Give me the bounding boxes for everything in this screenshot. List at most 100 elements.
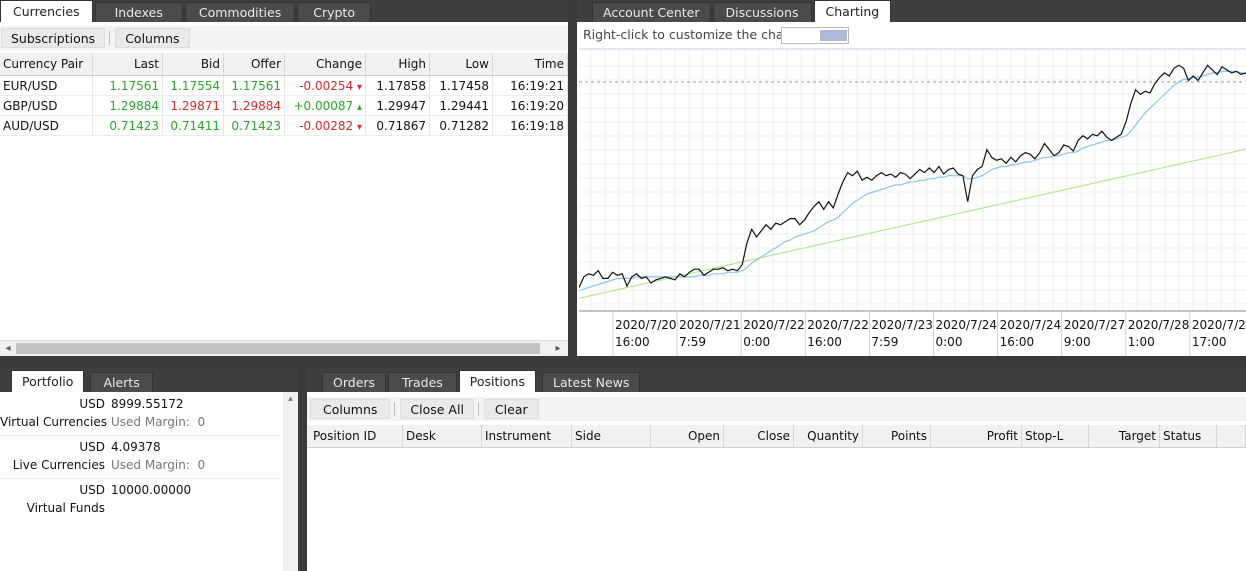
tab-indexes[interactable]: Indexes xyxy=(94,2,183,22)
col-side[interactable]: Side xyxy=(571,425,651,448)
chart-hint: Right-click to customize the chart xyxy=(583,27,794,42)
columns-button[interactable]: Columns xyxy=(310,399,391,419)
bottom-vertical-splitter[interactable] xyxy=(298,368,307,571)
time-cell: 16:19:18 xyxy=(492,115,568,136)
col-stop-loss[interactable]: Stop-L xyxy=(1021,425,1089,448)
col-open[interactable]: Open xyxy=(650,425,724,448)
col-position-id[interactable]: Position ID xyxy=(307,425,403,448)
col-quantity[interactable]: Quantity xyxy=(793,425,863,448)
portfolio-scrollbar[interactable]: ▴ xyxy=(283,392,298,571)
x-tick-time: 7:59 xyxy=(679,335,706,349)
tab-charting[interactable]: Charting xyxy=(813,0,892,22)
x-tick-time: 7:59 xyxy=(871,335,898,349)
time-cell: 16:19:20 xyxy=(492,95,568,116)
low-cell: 0.71282 xyxy=(429,115,493,136)
time-cell: 16:19:21 xyxy=(492,75,568,96)
x-tick-date: 2020/7/28 xyxy=(1192,318,1246,332)
pair-cell: AUD/USD xyxy=(0,115,93,136)
tab-positions[interactable]: Positions xyxy=(458,370,536,392)
arrow-down-icon: ▾ xyxy=(356,121,362,133)
scrollbar-thumb[interactable] xyxy=(16,343,540,354)
toolbar-divider xyxy=(477,402,479,416)
col-bid[interactable]: Bid xyxy=(162,53,224,76)
currency-code: USD xyxy=(79,397,105,411)
x-tick-date: 2020/7/24 xyxy=(936,318,998,332)
portfolio-panel: ▴ USD 8999.55172 Virtual Currencies Used… xyxy=(0,392,298,571)
tab-account-center[interactable]: Account Center xyxy=(592,2,711,22)
x-tick-date: 2020/7/22 xyxy=(807,318,869,332)
close-all-button[interactable]: Close All xyxy=(400,399,474,419)
arrow-down-icon: ▾ xyxy=(356,81,362,93)
table-row[interactable]: EUR/USD 1.17561 1.17554 1.17561 -0.00254… xyxy=(0,75,568,96)
col-time[interactable]: Time xyxy=(492,53,568,76)
table-row[interactable]: AUD/USD 0.71423 0.71411 0.71423 -0.00282… xyxy=(0,115,568,136)
table-row[interactable]: GBP/USD 1.29884 1.29871 1.29884 +0.00087… xyxy=(0,95,568,116)
col-high[interactable]: High xyxy=(365,53,430,76)
order-tabs: Orders Trades Positions Latest News xyxy=(322,370,642,392)
x-tick-time: 16:00 xyxy=(1000,335,1035,349)
col-change[interactable]: Change xyxy=(284,53,366,76)
x-tick-date: 2020/7/20 xyxy=(615,318,677,332)
x-tick-date: 2020/7/24 xyxy=(1000,318,1062,332)
vertical-splitter[interactable] xyxy=(568,0,577,358)
horizontal-splitter[interactable] xyxy=(0,356,1246,368)
last-cell: 0.71423 xyxy=(92,115,163,136)
balance-amount: 10000.00000 xyxy=(111,483,192,497)
x-tick-time: 9:00 xyxy=(1064,335,1091,349)
account-label: Virtual Funds xyxy=(26,501,105,515)
col-points[interactable]: Points xyxy=(862,425,931,448)
col-close[interactable]: Close xyxy=(723,425,794,448)
portfolio-tabs: Portfolio Alerts xyxy=(11,370,155,392)
tab-alerts[interactable]: Alerts xyxy=(90,372,153,392)
columns-button[interactable]: Columns xyxy=(115,28,190,48)
x-tick-date: 2020/7/22 xyxy=(743,318,805,332)
x-tick-date: 2020/7/23 xyxy=(871,318,933,332)
scroll-up-icon[interactable]: ▴ xyxy=(283,394,298,404)
tab-commodities[interactable]: Commodities xyxy=(184,2,296,22)
col-offer[interactable]: Offer xyxy=(223,53,285,76)
tab-discussions[interactable]: Discussions xyxy=(712,2,812,22)
col-filler xyxy=(1216,425,1246,448)
tab-portfolio[interactable]: Portfolio xyxy=(11,370,85,392)
clear-button[interactable]: Clear xyxy=(483,399,539,419)
offer-cell: 1.17561 xyxy=(223,75,285,96)
col-profit[interactable]: Profit xyxy=(930,425,1022,448)
bid-cell: 1.17554 xyxy=(162,75,224,96)
toolbar-divider xyxy=(394,402,396,416)
account-label: Virtual Currencies xyxy=(0,415,107,429)
change-cell: -0.00254 ▾ xyxy=(284,75,366,96)
tab-orders[interactable]: Orders xyxy=(322,372,387,392)
used-margin: Used Margin: 0 xyxy=(111,458,206,472)
subscriptions-button[interactable]: Subscriptions xyxy=(1,28,106,48)
tab-latest-news[interactable]: Latest News xyxy=(541,372,641,392)
arrow-up-icon: ▴ xyxy=(356,101,362,113)
horizontal-scrollbar[interactable]: ◂ ▸ xyxy=(0,340,568,356)
positions-header-row: Position ID Desk Instrument Side Open Cl… xyxy=(307,425,1246,448)
chart-selector-fill xyxy=(820,30,847,41)
col-low[interactable]: Low xyxy=(429,53,493,76)
col-desk[interactable]: Desk xyxy=(402,425,482,448)
portfolio-entry: USD 4.09378 Live Currencies Used Margin:… xyxy=(0,440,280,479)
col-status[interactable]: Status xyxy=(1159,425,1217,448)
tab-crypto[interactable]: Crypto xyxy=(297,2,371,22)
positions-table: Position ID Desk Instrument Side Open Cl… xyxy=(307,425,1246,448)
scroll-right-icon[interactable]: ▸ xyxy=(552,341,564,356)
col-last[interactable]: Last xyxy=(92,53,163,76)
col-instrument[interactable]: Instrument xyxy=(481,425,572,448)
x-tick-date: 2020/7/21 xyxy=(679,318,741,332)
portfolio-entry: USD 8999.55172 Virtual Currencies Used M… xyxy=(0,397,280,436)
quotes-table: Currency Pair Last Bid Offer Change High… xyxy=(0,53,568,136)
scroll-left-icon[interactable]: ◂ xyxy=(2,341,14,356)
tab-currencies[interactable]: Currencies xyxy=(0,0,93,22)
col-target[interactable]: Target xyxy=(1088,425,1160,448)
tab-trades[interactable]: Trades xyxy=(388,372,457,392)
price-chart[interactable]: 2020/7/2016:002020/7/217:592020/7/220:00… xyxy=(579,48,1246,356)
right-tabs: Account Center Discussions Charting xyxy=(592,0,893,22)
used-margin: Used Margin: 0 xyxy=(111,415,206,429)
col-currency-pair[interactable]: Currency Pair xyxy=(0,53,93,76)
chart-selector[interactable] xyxy=(781,27,849,44)
last-cell: 1.29884 xyxy=(92,95,163,116)
positions-toolbar: Columns Close All Clear xyxy=(307,397,1246,421)
x-tick-time: 0:00 xyxy=(743,335,770,349)
x-tick-time: 1:00 xyxy=(1128,335,1155,349)
